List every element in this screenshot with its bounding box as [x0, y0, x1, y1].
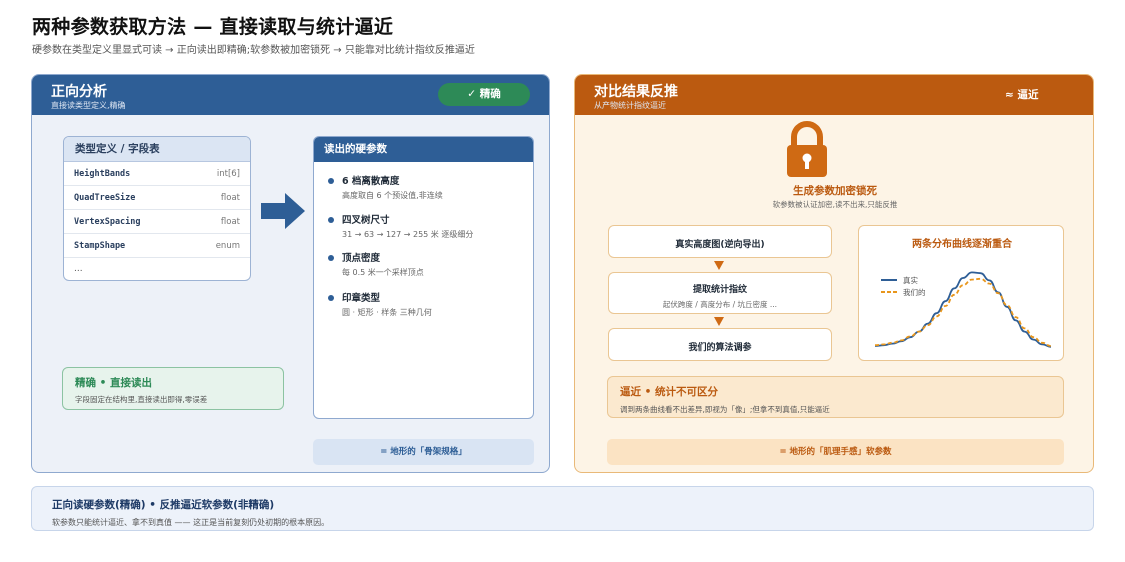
forward-panel-subtitle: 直接读类型定义,精确: [51, 101, 126, 110]
exact-read-note: 精确 • 直接读出 字段固定在结构里,直接读出即得,零误差: [62, 367, 284, 410]
reverse-panel-subtitle: 从产物统计指纹逼近: [594, 101, 666, 110]
item-title: 6 档离散高度: [342, 176, 400, 187]
approx-note-desc: 调到两条曲线看不出差异,即视为「像」;但拿不到真值,只能逼近: [620, 405, 830, 414]
bullet-icon: [328, 295, 334, 301]
down-arrow-icon: [714, 317, 724, 326]
exact-note-title: 精确 • 直接读出: [75, 377, 153, 389]
reverse-inference-panel: 对比结果反推 从产物统计指纹逼近 ≈ 逼近 生成参数加密锁死 软参数被认证加密,…: [574, 74, 1094, 473]
lock-desc: 软参数被认证加密,读不出来,只能反推: [772, 200, 898, 209]
forward-panel-title: 正向分析: [51, 84, 107, 100]
forward-analysis-panel: 正向分析 直接读类型定义,精确 ✓ 精确 类型定义 / 字段表 HeightBa…: [31, 74, 550, 473]
exact-note-desc: 字段固定在结构里,直接读出即得,零误差: [75, 395, 208, 404]
down-arrow-icon: [714, 261, 724, 270]
field-name: StampShape: [74, 240, 126, 251]
list-item: 四叉树尺寸 31 → 63 → 127 → 255 米 逐级细分: [328, 212, 473, 240]
hard-params-box: 读出的硬参数 6 档离散高度 高度取自 6 个预设值,非连续 四叉树尺寸 31 …: [313, 136, 534, 419]
field-name: QuadTreeSize: [74, 192, 136, 203]
type-table-title: 类型定义 / 字段表: [64, 137, 250, 162]
summary-desc: 软参数只能统计逼近、拿不到真值 —— 这正是当前复刻仍处初期的根本原因。: [52, 518, 330, 527]
table-row: QuadTreeSize float: [64, 186, 250, 210]
lock-title: 生成参数加密锁死: [793, 185, 877, 197]
type-definition-table: 类型定义 / 字段表 HeightBands int[6] QuadTreeSi…: [63, 136, 251, 281]
reverse-panel-header: 对比结果反推 从产物统计指纹逼近 ≈ 逼近: [575, 75, 1093, 115]
legend-label: 真实: [903, 275, 918, 285]
right-arrow-icon: [261, 193, 305, 229]
step-extract-fingerprint: 提取统计指纹 起伏跨度 / 高度分布 / 坑丘密度 ...: [608, 272, 832, 314]
step-title: 提取统计指纹: [692, 285, 747, 295]
field-name: HeightBands: [74, 168, 131, 179]
bullet-icon: [328, 178, 334, 184]
item-desc: 31 → 63 → 127 → 255 米 逐级细分: [342, 230, 474, 239]
step-title: 我们的算法调参: [688, 343, 752, 353]
item-desc: 圆 · 矩形 · 样条 三种几何: [342, 308, 432, 317]
table-row: StampShape enum: [64, 234, 250, 258]
legend-label: 我们的: [903, 287, 926, 297]
item-title: 四叉树尺寸: [342, 215, 390, 226]
lock-icon: [787, 121, 827, 177]
table-row: HeightBands int[6]: [64, 162, 250, 186]
field-type: enum: [215, 240, 240, 251]
field-type: float: [220, 192, 240, 203]
item-desc: 高度取自 6 个预设值,非连续: [342, 191, 443, 200]
list-item: 6 档离散高度 高度取自 6 个预设值,非连续: [328, 173, 443, 201]
exact-badge: ✓ 精确: [438, 83, 530, 106]
bullet-icon: [328, 255, 334, 261]
approx-note: 逼近 • 统计不可区分 调到两条曲线看不出差异,即视为「像」;但拿不到真值,只能…: [607, 376, 1064, 418]
step-desc: 起伏跨度 / 高度分布 / 坑丘密度 ...: [662, 300, 778, 309]
bullet-icon: [328, 217, 334, 223]
summary-box: 正向读硬参数(精确) • 反推逼近软参数(非精确) 软参数只能统计逼近、拿不到真…: [31, 486, 1094, 531]
approx-note-title: 逼近 • 统计不可区分: [620, 386, 719, 398]
summary-title: 正向读硬参数(精确) • 反推逼近软参数(非精确): [52, 499, 275, 511]
item-title: 印章类型: [342, 293, 381, 304]
item-desc: 每 0.5 米一个采样顶点: [342, 268, 424, 277]
reverse-panel-title: 对比结果反推: [594, 84, 678, 100]
chart-plot-area: 真实 我们的: [874, 271, 1052, 348]
page-subtitle: 硬参数在类型定义里显式可读 → 正向读出即精确;软参数被加密锁死 → 只能靠对比…: [32, 45, 475, 56]
step-title: 真实高度图(逆向导出): [675, 240, 765, 250]
page-title: 两种参数获取方法 — 直接读取与统计逼近: [32, 16, 394, 38]
texture-feel-label: = 地形的「肌理手感」软参数: [607, 439, 1064, 465]
field-type: int[6]: [216, 168, 240, 179]
more-fields-ellipsis: ...: [74, 264, 83, 274]
field-name: VertexSpacing: [74, 216, 141, 227]
skeleton-spec-label: = 地形的「骨架规格」: [313, 439, 534, 465]
distribution-chart: 两条分布曲线逐渐重合 真实 我们的: [858, 225, 1064, 361]
series-line-real: [874, 271, 1052, 348]
list-item: 顶点密度 每 0.5 米一个采样顶点: [328, 250, 424, 278]
table-row: VertexSpacing float: [64, 210, 250, 234]
item-title: 顶点密度: [342, 253, 381, 264]
series-line-ours: [874, 277, 1052, 347]
list-item: 印章类型 圆 · 矩形 · 样条 三种几何: [328, 290, 432, 318]
forward-panel-header: 正向分析 直接读类型定义,精确 ✓ 精确: [32, 75, 549, 115]
step-tune-algorithm: 我们的算法调参: [608, 328, 832, 361]
approx-badge: ≈ 逼近: [1005, 89, 1039, 101]
hard-params-title: 读出的硬参数: [314, 137, 533, 162]
step-real-heightmap: 真实高度图(逆向导出): [608, 225, 832, 258]
field-type: float: [220, 216, 240, 227]
